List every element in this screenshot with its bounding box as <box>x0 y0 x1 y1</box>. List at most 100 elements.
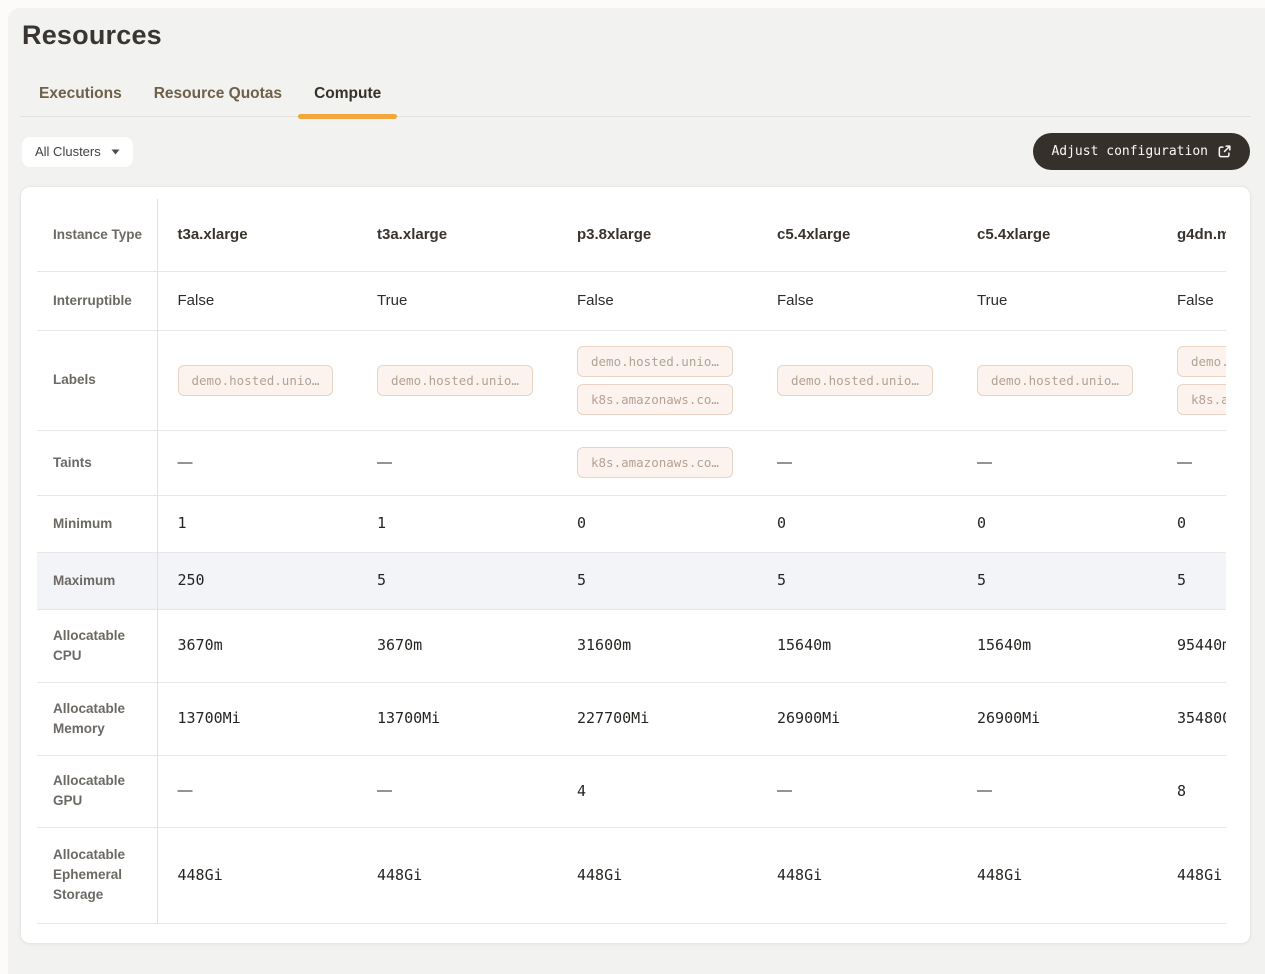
label-chip: demo.hosted.unio… <box>1177 346 1226 377</box>
cell-labels-col3: demo.hosted.unio…k8s.amazonaws.co… <box>557 330 757 430</box>
cell-value: 0 <box>977 514 986 532</box>
tab-executions[interactable]: Executions <box>23 85 138 116</box>
cell-allocatable-memory-col3: 227700Mi <box>557 682 757 755</box>
table-row-allocatable-gpu: Allocatable GPU——4——8 <box>37 755 1226 827</box>
cell-value: 448Gi <box>577 866 622 884</box>
cell-minimum-col1: 1 <box>157 495 357 552</box>
cell-allocatable-memory-col5: 26900Mi <box>957 682 1157 755</box>
row-label-maximum: Maximum <box>37 552 157 609</box>
row-label-allocatable-memory: Allocatable Memory <box>37 682 157 755</box>
cell-value: 354800Mi <box>1177 709 1226 727</box>
cell-minimum-col5: 0 <box>957 495 1157 552</box>
cell-allocatable-ephemeral-storage-col5: 448Gi <box>957 827 1157 923</box>
label-chip: k8s.amazonaws.co… <box>1177 384 1226 415</box>
row-label-instance-type: Instance Type <box>37 199 157 271</box>
cell-value: 1 <box>377 514 386 532</box>
taints-chip-group: k8s.amazonaws.co… <box>577 447 757 478</box>
row-label-allocatable-cpu: Allocatable CPU <box>37 609 157 682</box>
cell-value: 15640m <box>977 636 1031 654</box>
cell-value: 448Gi <box>377 866 422 884</box>
cell-labels-col6: demo.hosted.unio… k8s.amazonaws.co… <box>1157 330 1226 430</box>
cell-taints-col5: — <box>957 430 1157 495</box>
cell-allocatable-memory-col4: 26900Mi <box>757 682 957 755</box>
labels-chip-group: demo.hosted.unio… <box>377 365 557 396</box>
row-label-minimum: Minimum <box>37 495 157 552</box>
cell-instance-type-col5: c5.4xlarge <box>957 199 1157 271</box>
chevron-down-icon <box>111 149 120 155</box>
column-header-2: t3a.xlarge <box>377 226 447 243</box>
row-label-allocatable-ephemeral-storage: Allocatable Ephemeral Storage <box>37 827 157 923</box>
label-chip: demo.hosted.unio… <box>577 346 733 377</box>
empty-dash: — <box>1177 454 1192 471</box>
taint-chip: k8s.amazonaws.co… <box>577 447 733 478</box>
table-row-minimum: Minimum 1 1 0 0 0 0 <box>37 495 1226 552</box>
labels-chip-group: demo.hosted.unio… <box>977 365 1157 396</box>
cell-value: 0 <box>1177 514 1186 532</box>
column-header-3: p3.8xlarge <box>577 226 651 243</box>
cell-value: 1 <box>178 514 187 532</box>
column-header-4: c5.4xlarge <box>777 226 850 243</box>
cell-allocatable-gpu-col2: — <box>357 755 557 827</box>
label-chip: demo.hosted.unio… <box>377 365 533 396</box>
cell-allocatable-cpu-col3: 31600m <box>557 609 757 682</box>
row-label-interruptible: Interruptible <box>37 271 157 330</box>
row-label-allocatable-gpu: Allocatable GPU <box>37 755 157 827</box>
label-chip: demo.hosted.unio… <box>777 365 933 396</box>
table-row-instance-type: Instance Typet3a.xlarget3a.xlargep3.8xla… <box>37 199 1226 271</box>
cell-instance-type-col4: c5.4xlarge <box>757 199 957 271</box>
cell-instance-type-col6: g4dn.metal <box>1157 199 1226 271</box>
cell-taints-col2: — <box>357 430 557 495</box>
table-row-interruptible: InterruptibleFalseTrueFalseFalseTrueFals… <box>37 271 1226 330</box>
cell-interruptible-col2: True <box>357 271 557 330</box>
cell-allocatable-ephemeral-storage-col1: 448Gi <box>157 827 357 923</box>
label-chip: demo.hosted.unio… <box>977 365 1133 396</box>
adjust-configuration-label: Adjust configuration <box>1051 144 1208 159</box>
cell-allocatable-memory-col2: 13700Mi <box>357 682 557 755</box>
cell-minimum-col4: 0 <box>757 495 957 552</box>
cell-taints-col6: — <box>1157 430 1226 495</box>
row-label-taints: Taints <box>37 430 157 495</box>
cell-maximum-col4: 5 <box>757 552 957 609</box>
cell-value: — <box>777 782 792 799</box>
cell-taints-col1: — <box>157 430 357 495</box>
cell-value: True <box>377 292 407 309</box>
cell-allocatable-gpu-col5: — <box>957 755 1157 827</box>
cell-value: 3670m <box>377 636 422 654</box>
cell-value: 0 <box>577 514 586 532</box>
cell-value: 26900Mi <box>777 709 840 727</box>
cell-value: 95440m <box>1177 636 1226 654</box>
cell-allocatable-ephemeral-storage-col4: 448Gi <box>757 827 957 923</box>
empty-dash: — <box>178 454 193 471</box>
cell-value: False <box>178 292 215 309</box>
cell-value: 448Gi <box>178 866 223 884</box>
cell-maximum-col2: 5 <box>357 552 557 609</box>
cell-value: 448Gi <box>777 866 822 884</box>
adjust-configuration-button[interactable]: Adjust configuration <box>1033 133 1250 170</box>
tab-compute[interactable]: Compute <box>298 85 397 116</box>
cell-value: 5 <box>577 571 586 589</box>
table-row-labels: Labels demo.hosted.unio… demo.hosted.unio…… <box>37 330 1226 430</box>
cell-allocatable-ephemeral-storage-col6: 448Gi <box>1157 827 1226 923</box>
table-scroll-area[interactable]: Instance Typet3a.xlarget3a.xlargep3.8xla… <box>37 199 1226 924</box>
cell-value: 0 <box>777 514 786 532</box>
compute-table-card: Instance Typet3a.xlarget3a.xlargep3.8xla… <box>20 186 1251 944</box>
row-label-labels: Labels <box>37 330 157 430</box>
cell-allocatable-ephemeral-storage-col2: 448Gi <box>357 827 557 923</box>
cell-allocatable-cpu-col5: 15640m <box>957 609 1157 682</box>
cell-maximum-col1: 250 <box>157 552 357 609</box>
cluster-filter-dropdown[interactable]: All Clusters <box>22 137 133 167</box>
cell-allocatable-gpu-col4: — <box>757 755 957 827</box>
cell-value: 31600m <box>577 636 631 654</box>
cell-instance-type-col2: t3a.xlarge <box>357 199 557 271</box>
cell-value: 3670m <box>178 636 223 654</box>
external-link-icon <box>1217 144 1232 159</box>
cell-allocatable-ephemeral-storage-col3: 448Gi <box>557 827 757 923</box>
cell-interruptible-col3: False <box>557 271 757 330</box>
cell-value: 4 <box>577 782 586 800</box>
cell-value: 5 <box>377 571 386 589</box>
cell-value: 15640m <box>777 636 831 654</box>
tab-resource-quotas[interactable]: Resource Quotas <box>138 85 298 116</box>
table-row-taints: Taints——k8s.amazonaws.co…——— <box>37 430 1226 495</box>
cell-allocatable-gpu-col1: — <box>157 755 357 827</box>
cell-allocatable-cpu-col1: 3670m <box>157 609 357 682</box>
